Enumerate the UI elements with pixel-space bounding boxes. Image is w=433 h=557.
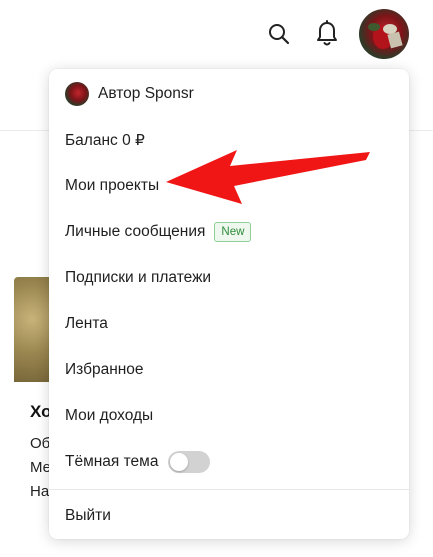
menu-item-dark-theme: Тёмная тема: [65, 447, 211, 477]
menu-item-feed[interactable]: Лента: [65, 309, 108, 339]
menu-item-label: Автор Sponsr: [98, 85, 194, 102]
menu-item-my-projects[interactable]: Мои проекты: [65, 171, 159, 201]
menu-item-label: Мои проекты: [65, 177, 160, 194]
avatar-image-icon: [368, 23, 403, 49]
post-text-line: Об: [30, 435, 51, 452]
menu-item-label: Выйти: [65, 507, 111, 524]
menu-item-balance[interactable]: Баланс 0 ₽: [65, 125, 145, 155]
menu-item-logout[interactable]: Выйти: [65, 501, 111, 531]
menu-item-author[interactable]: Автор Sponsr: [65, 79, 194, 109]
toggle-knob: [170, 453, 189, 471]
bell-icon: [317, 20, 337, 46]
search-icon: [269, 24, 290, 45]
menu-item-label: Избранное: [65, 361, 144, 378]
menu-item-label: Тёмная тема: [65, 453, 159, 470]
post-text-line: На: [30, 483, 50, 500]
user-avatar[interactable]: [359, 9, 409, 59]
menu-item-label: Подписки и платежи: [65, 269, 212, 286]
menu-divider: [49, 489, 409, 490]
menu-item-label: Лента: [65, 315, 108, 332]
post-text-line: Ме: [30, 459, 52, 476]
menu-item-subscriptions[interactable]: Подписки и платежи: [65, 263, 211, 293]
new-badge: New: [214, 222, 252, 242]
notifications-button[interactable]: [312, 17, 342, 51]
author-avatar: [65, 82, 89, 106]
user-dropdown-menu: Автор Sponsr Баланс 0 ₽ Мои проекты Личн…: [49, 69, 409, 539]
menu-item-label: Баланс 0 ₽: [65, 131, 145, 149]
menu-item-income[interactable]: Мои доходы: [65, 401, 153, 431]
dark-theme-toggle[interactable]: [168, 451, 211, 473]
menu-item-label: Личные сообщения: [65, 223, 206, 240]
menu-item-favorites[interactable]: Избранное: [65, 355, 144, 385]
menu-item-messages[interactable]: Личные сообщения New: [65, 217, 252, 247]
menu-item-label: Мои доходы: [65, 407, 154, 424]
search-button[interactable]: [264, 19, 294, 49]
